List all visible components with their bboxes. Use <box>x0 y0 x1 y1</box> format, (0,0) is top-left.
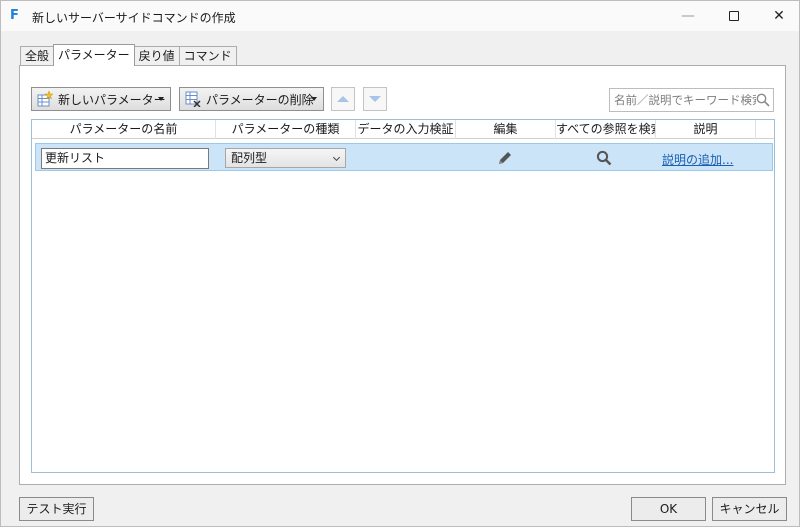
new-parameter-button[interactable]: 新しいパラメーター <box>31 87 171 111</box>
title-bar: F 新しいサーバーサイドコマンドの作成 — ✕ <box>1 1 799 31</box>
move-up-button[interactable] <box>331 87 355 111</box>
keyword-search-box <box>609 88 774 112</box>
grid-header: パラメーターの名前 パラメーターの種類 データの入力検証 編集 すべての参照を検… <box>32 120 774 139</box>
app-icon: F <box>10 8 19 23</box>
chevron-down-icon <box>311 97 317 101</box>
column-header-filler <box>756 120 774 139</box>
chevron-down-icon <box>332 153 341 162</box>
maximize-icon <box>729 11 739 21</box>
tab-strip: 全般 パラメーター 戻り値 コマンド <box>20 44 237 66</box>
table-row[interactable]: 更新リスト 配列型 説明の追加... <box>35 143 773 171</box>
tab-parameters[interactable]: パラメーター <box>53 44 135 66</box>
parameter-type-value: 配列型 <box>231 151 268 165</box>
column-header-name[interactable]: パラメーターの名前 <box>32 120 216 139</box>
test-run-button[interactable]: テスト実行 <box>19 497 94 521</box>
tab-general[interactable]: 全般 <box>20 46 55 66</box>
column-header-type[interactable]: パラメーターの種類 <box>216 120 356 139</box>
dialog-window: F 新しいサーバーサイドコマンドの作成 — ✕ 全般 パラメーター 戻り値 コマ… <box>0 0 800 527</box>
delete-parameter-button[interactable]: パラメーターの削除 <box>179 87 324 111</box>
maximize-button[interactable] <box>711 1 757 31</box>
delete-parameter-label: パラメーターの削除 <box>206 92 314 107</box>
tab-return-value[interactable]: 戻り値 <box>133 46 180 66</box>
parameters-grid: パラメーターの名前 パラメーターの種類 データの入力検証 編集 すべての参照を検… <box>31 119 775 473</box>
move-down-button[interactable] <box>363 87 387 111</box>
parameter-type-select[interactable]: 配列型 <box>225 148 346 168</box>
arrow-down-icon <box>369 96 381 102</box>
column-header-find-references[interactable]: すべての参照を検索 <box>556 120 656 139</box>
column-header-edit[interactable]: 編集 <box>456 120 556 139</box>
column-header-validation[interactable]: データの入力検証 <box>356 120 456 139</box>
close-button[interactable]: ✕ <box>756 1 800 31</box>
add-description-link[interactable]: 説明の追加... <box>662 151 733 168</box>
new-parameter-label: 新しいパラメーター <box>58 92 166 107</box>
delete-parameter-icon <box>185 91 201 107</box>
search-icon <box>756 93 770 107</box>
close-icon: ✕ <box>773 8 785 24</box>
ok-button[interactable]: OK <box>631 497 706 521</box>
parameter-name-field[interactable]: 更新リスト <box>41 148 209 169</box>
column-header-description[interactable]: 説明 <box>656 120 756 139</box>
minimize-icon: — <box>681 8 695 24</box>
arrow-up-icon <box>337 96 349 102</box>
pencil-icon[interactable] <box>497 150 513 166</box>
chevron-down-icon <box>158 97 164 101</box>
minimize-button[interactable]: — <box>665 1 711 31</box>
cancel-button[interactable]: キャンセル <box>712 497 787 521</box>
tab-command[interactable]: コマンド <box>178 46 237 66</box>
search-input[interactable] <box>610 89 756 111</box>
new-parameter-icon <box>37 91 53 107</box>
window-title: 新しいサーバーサイドコマンドの作成 <box>32 11 236 25</box>
parameters-panel: 新しいパラメーター パラメーターの削除 名前／説明でキーワード検索 パラメーター… <box>19 65 786 485</box>
search-icon[interactable] <box>596 150 612 166</box>
